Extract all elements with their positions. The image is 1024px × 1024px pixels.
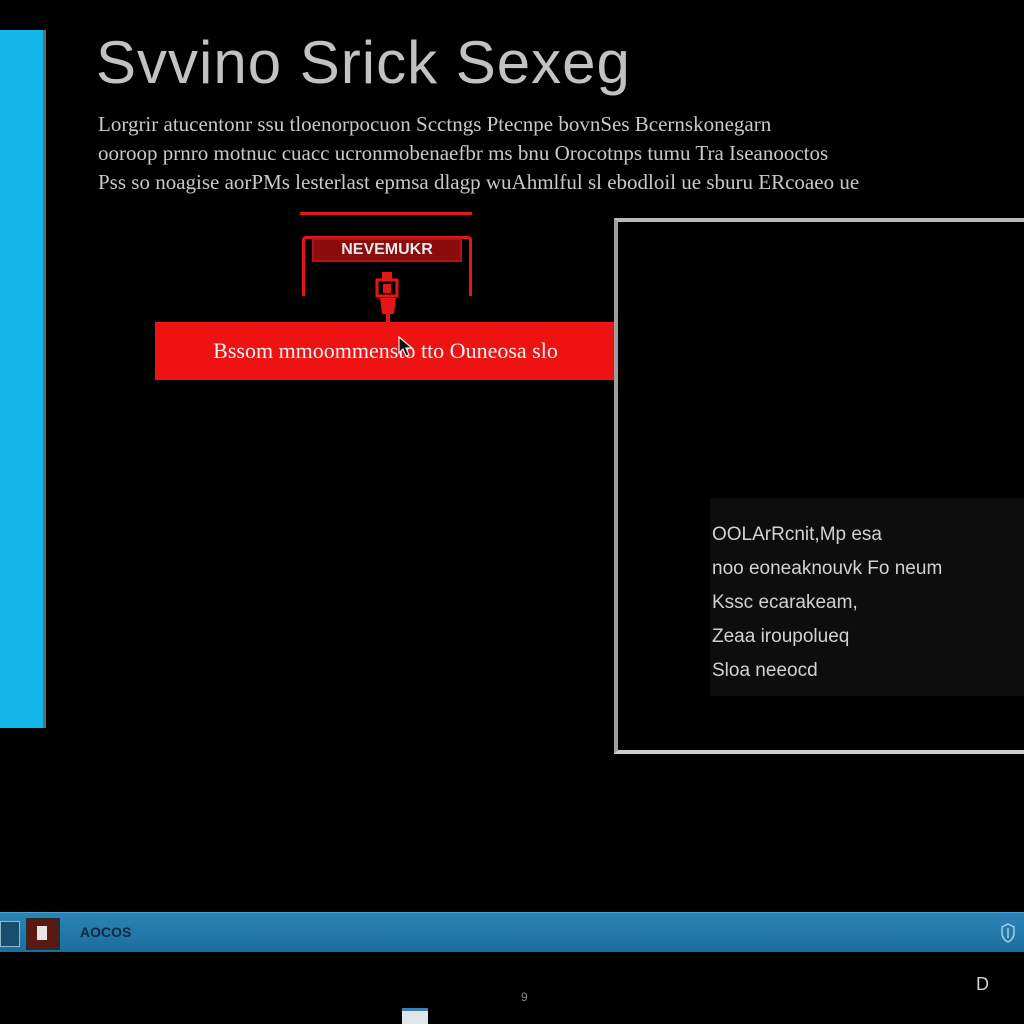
red-divider (300, 212, 472, 215)
intro-paragraph: Lorgrir atucentonr ssu tloenorpocuon Scc… (98, 110, 1018, 197)
info-card: OOLArRcnit,Mp esa noo eoneaknouvk Fo neu… (710, 498, 1024, 696)
info-line: noo eoneaknouvk Fo neum (712, 558, 943, 579)
intro-line: Pss so noagise aorPMs lesterlast epmsa d… (98, 170, 860, 194)
intro-line: ooroop prnro motnuc cuacc ucronmobenaefb… (98, 141, 829, 165)
window-icon[interactable] (402, 1008, 428, 1024)
info-line: Kssc ecarakeam, (712, 592, 858, 613)
intro-line: Lorgrir atucentonr ssu tloenorpocuon Scc… (98, 112, 772, 136)
taskbar-label[interactable]: AOCOS (80, 923, 131, 941)
shield-icon[interactable] (1000, 923, 1016, 943)
flag-icon (375, 272, 399, 322)
taskbar: AOCOS (0, 912, 1024, 952)
taskbar-app-button[interactable] (26, 918, 60, 950)
cursor-icon (398, 336, 414, 357)
left-side-panel[interactable] (0, 30, 46, 728)
start-button[interactable] (0, 921, 20, 947)
page-title: Svvino Srick Sexeg (96, 29, 631, 96)
frame-badge[interactable]: NEVEMUKR (312, 238, 462, 262)
app-icon (37, 926, 47, 940)
info-line: OOLArRcnit,Mp esa (712, 524, 882, 545)
bottom-indicator: 9 (521, 990, 528, 1004)
primary-action-button[interactable]: Bssom mmoommensto tto Ouneosa slo (155, 322, 616, 380)
info-line: Zeaa iroupolueq (712, 626, 850, 647)
info-line: Sloa neeocd (712, 660, 818, 681)
desktop-screen: Svvino Srick Sexeg Lorgrir atucentonr ss… (0, 0, 1024, 1024)
corner-label: D (976, 974, 989, 994)
